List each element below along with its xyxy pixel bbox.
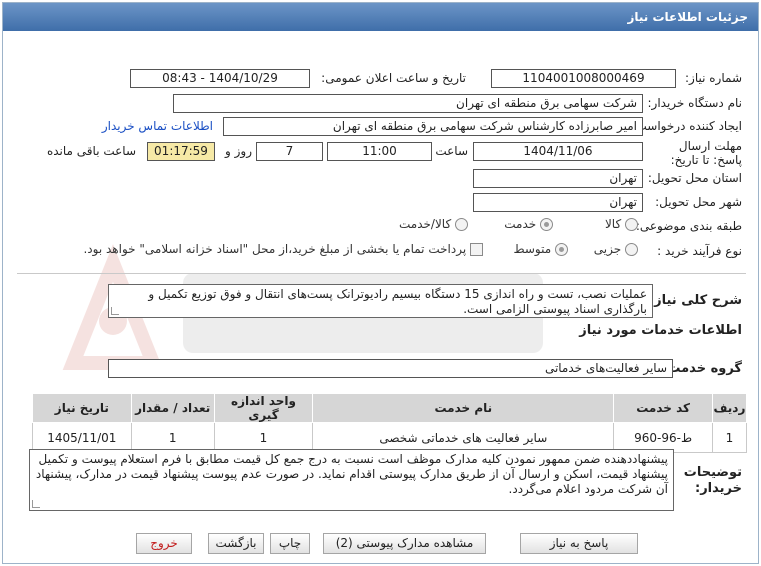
attachments-button[interactable]: مشاهده مدارک پیوستی (2)	[323, 533, 486, 554]
page-title: جزئیات اطلاعات نیاز	[3, 3, 758, 31]
process-minor-radio[interactable]	[625, 243, 638, 256]
remaining-label: ساعت باقی مانده	[46, 144, 136, 158]
creator-label: ایجاد کننده درخواست:	[631, 119, 742, 133]
need-number-label: شماره نیاز:	[685, 71, 742, 85]
treasury-checkbox[interactable]	[470, 243, 483, 256]
days-label: روز و	[225, 144, 252, 158]
col-qty: تعداد / مقدار	[130, 393, 215, 423]
buyer-org-label: نام دستگاه خریدار:	[647, 96, 743, 110]
resize-grip-icon[interactable]	[111, 307, 119, 315]
process-medium-radio[interactable]	[555, 243, 568, 256]
need-number-field: 1104001008000469	[491, 69, 676, 88]
cell-row: 1	[711, 422, 748, 453]
exit-button[interactable]: خروج	[136, 533, 192, 554]
category-goods-service-radio[interactable]	[455, 218, 468, 231]
cell-unit: 1	[213, 422, 314, 453]
cell-qty: 1	[130, 422, 215, 453]
announce-label: تاریخ و ساعت اعلان عمومی:	[321, 71, 466, 85]
announce-field: 1404/10/29 - 08:43	[130, 69, 310, 88]
category-goods-radio[interactable]	[625, 218, 638, 231]
service-group-label: گروه خدمت:	[662, 361, 742, 376]
buyer-contact-link[interactable]: اطلاعات تماس خریدار	[102, 119, 213, 133]
creator-field: امیر صابرزاده کارشناس شرکت سهامی برق منط…	[223, 117, 643, 136]
deadline-date-field: 1404/11/06	[473, 142, 643, 161]
services-table: ردیف کد خدمت نام خدمت واحد اندازه گیری ت…	[32, 393, 748, 453]
city-field: تهران	[473, 193, 643, 212]
category-service-radio[interactable]	[540, 218, 553, 231]
process-label: نوع فرآیند خرید :	[657, 244, 742, 258]
buyer-notes-textarea[interactable]: پیشنهاددهنده ضمن ممهور نمودن کلیه مدارک …	[29, 449, 674, 511]
cell-date: 1405/11/01	[32, 422, 132, 453]
col-code: کد خدمت	[613, 393, 713, 423]
service-group-field: سایر فعالیت‌های خدماتی	[108, 359, 673, 378]
buyer-notes-text: پیشنهاددهنده ضمن ممهور نمودن کلیه مدارک …	[35, 452, 668, 496]
col-row: ردیف	[711, 393, 748, 423]
deadline-time-field: 11:00	[327, 142, 432, 161]
treasury-note: پرداخت تمام یا بخشی از مبلغ خرید،از محل …	[83, 242, 467, 256]
city-label: شهر محل تحویل:	[655, 195, 742, 209]
need-details-window: جزئیات اطلاعات نیاز شماره نیاز: 11040010…	[2, 2, 759, 564]
category-option-goods-service[interactable]: کالا/خدمت	[399, 217, 468, 231]
resize-grip-icon[interactable]	[32, 500, 40, 508]
category-option-service[interactable]: خدمت	[504, 217, 553, 231]
province-field: تهران	[473, 169, 643, 188]
table-row: 1 ط-96-960 سایر فعالیت های خدماتی شخصی 1…	[32, 422, 748, 453]
category-option-goods[interactable]: کالا	[605, 217, 638, 231]
buyer-org-field: شرکت سهامی برق منطقه ای تهران	[173, 94, 643, 113]
print-button[interactable]: چاپ	[270, 533, 310, 554]
col-name: نام خدمت	[312, 393, 615, 423]
deadline-time-label: ساعت	[435, 144, 468, 158]
table-header-row: ردیف کد خدمت نام خدمت واحد اندازه گیری ت…	[32, 393, 748, 423]
category-label: طبقه بندی موضوعی:	[635, 219, 742, 233]
description-label: شرح کلی نیاز:	[648, 293, 742, 308]
services-section-title: اطلاعات خدمات مورد نیاز	[579, 323, 742, 338]
buyer-notes-label: توضیحات خریدار:	[683, 465, 742, 496]
days-field: 7	[256, 142, 323, 161]
province-label: استان محل تحویل:	[647, 171, 742, 185]
treasury-option[interactable]: پرداخت تمام یا بخشی از مبلغ خرید،از محل …	[83, 242, 483, 256]
description-textarea[interactable]: عملیات نصب، تست و راه اندازی 15 دستگاه ب…	[108, 284, 653, 318]
cell-name: سایر فعالیت های خدماتی شخصی	[312, 422, 615, 453]
col-date: تاریخ نیاز	[32, 393, 132, 423]
cell-code: ط-96-960	[613, 422, 713, 453]
divider	[17, 273, 746, 274]
deadline-label: مهلت ارسال پاسخ: تا تاریخ:	[670, 139, 742, 167]
process-option-minor[interactable]: جزیی	[594, 242, 638, 256]
remaining-time-field: 01:17:59	[147, 142, 215, 161]
description-text: عملیات نصب، تست و راه اندازی 15 دستگاه ب…	[148, 287, 647, 316]
back-button[interactable]: بازگشت	[208, 533, 264, 554]
reply-button[interactable]: پاسخ به نیاز	[520, 533, 638, 554]
col-unit: واحد اندازه گیری	[213, 393, 314, 423]
process-option-medium[interactable]: متوسط	[513, 242, 568, 256]
